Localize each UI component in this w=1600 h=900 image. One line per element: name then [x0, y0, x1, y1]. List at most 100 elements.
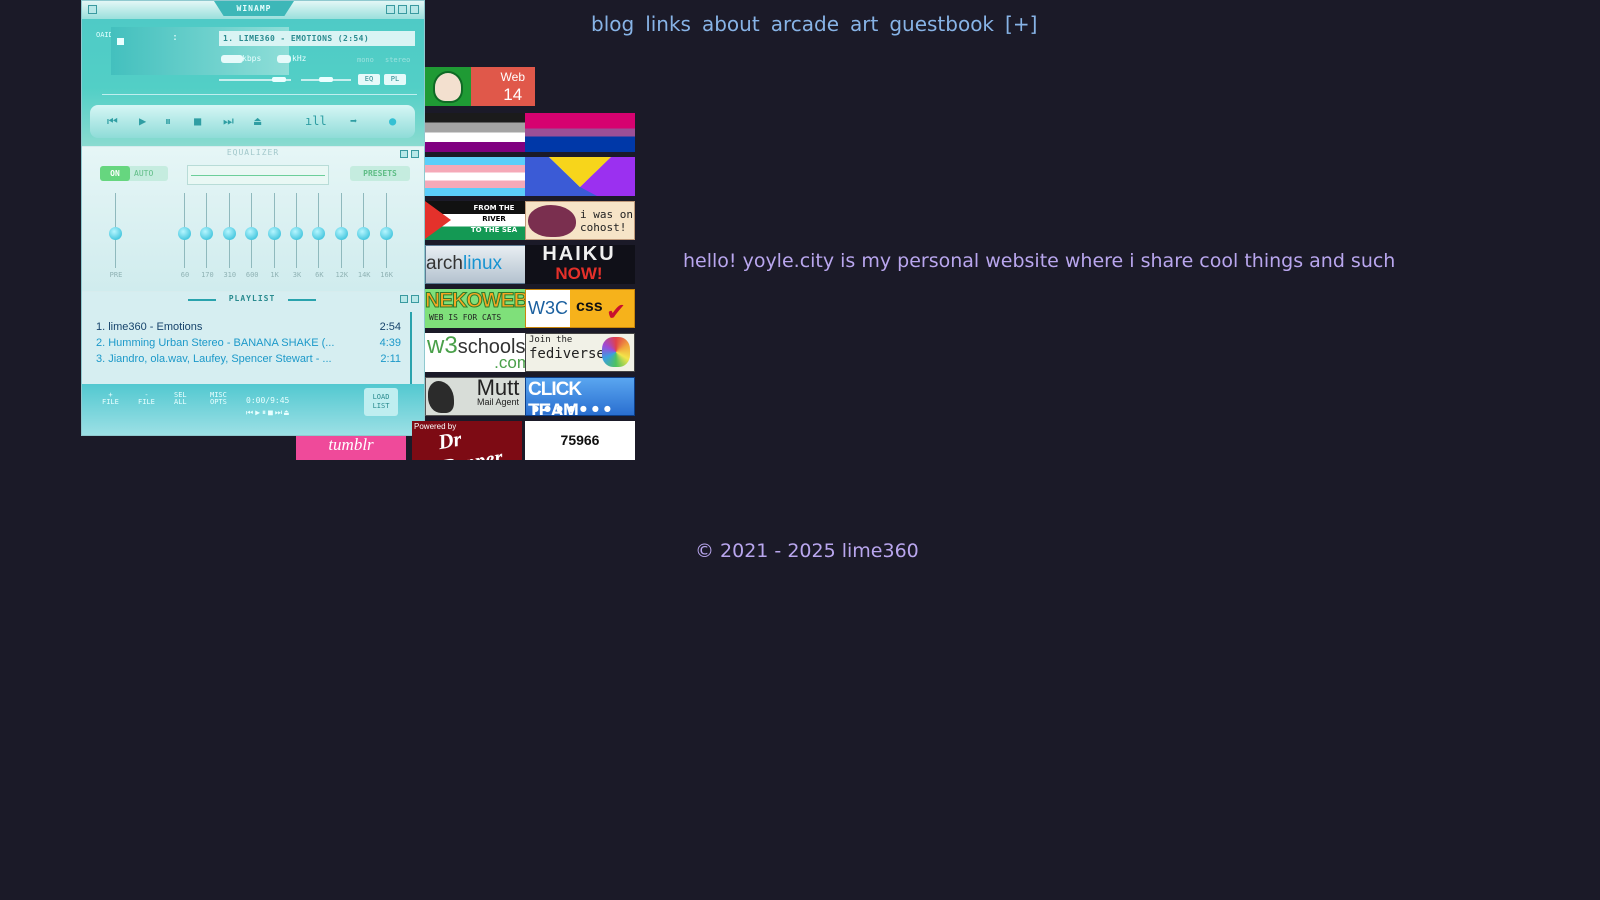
badge-dr-pepper[interactable]: Powered by Dr Pepper	[412, 421, 522, 460]
eq-slider-knob[interactable]	[334, 227, 348, 240]
eq-band-slider[interactable]: 12K	[334, 193, 350, 283]
playlist-track[interactable]: 1. lime360 - Emotions 2:54	[96, 319, 401, 335]
hit-counter-value: 75966	[560, 432, 600, 448]
remove-file-button[interactable]: - FILE	[138, 392, 155, 406]
kbps-display	[221, 55, 243, 63]
badge-w3schools[interactable]: w3schools .com	[425, 333, 535, 372]
eq-on-auto-group: ON AUTO	[100, 166, 168, 181]
badge-arch-linux[interactable]: archlinux	[425, 245, 535, 284]
nav-guestbook[interactable]: guestbook	[889, 12, 994, 36]
misc-options-button[interactable]: MISC OPTS	[210, 392, 227, 406]
eq-slider-knob[interactable]	[267, 227, 281, 240]
minimize-icon[interactable]	[386, 5, 395, 14]
nav-links[interactable]: links	[645, 12, 691, 36]
bug-icon	[528, 205, 576, 237]
eq-on-button[interactable]: ON	[100, 166, 130, 181]
eq-toggle-button[interactable]: EQ	[358, 74, 380, 85]
next-icon[interactable]: ⏭	[223, 115, 234, 128]
close-icon[interactable]	[410, 5, 419, 14]
badge-bi-flag[interactable]	[525, 113, 635, 152]
pause-icon[interactable]: ⏸	[165, 115, 171, 128]
eq-band-slider[interactable]: 60	[177, 193, 193, 283]
equalizer-title: EQUALIZER	[226, 148, 280, 157]
badge-chevron-flag[interactable]	[525, 157, 635, 196]
eq-band-slider[interactable]: 170	[199, 193, 215, 283]
eq-shade-icon[interactable]	[400, 150, 408, 158]
badge-ace-flag[interactable]	[425, 113, 535, 152]
time-display[interactable]: :	[172, 32, 178, 43]
eq-band-slider[interactable]: 600	[244, 193, 260, 283]
eq-preamp-slider[interactable]: PRE	[108, 193, 124, 283]
eq-graph-line	[191, 175, 325, 176]
menu-icon[interactable]	[88, 5, 97, 14]
eq-slider-knob[interactable]	[379, 227, 393, 240]
pl-shade-icon[interactable]	[400, 295, 408, 303]
eq-band-slider[interactable]: 1K	[267, 193, 283, 283]
badge-haiku-t2: NOW!	[555, 264, 603, 283]
playlist-track[interactable]: 2. Humming Urban Stereo - BANANA SHAKE (…	[96, 335, 401, 351]
playlist-window: PLAYLIST 1. lime360 - Emotions 2:54 2. H…	[82, 292, 424, 435]
add-file-button[interactable]: + FILE	[102, 392, 119, 406]
nav-blog[interactable]: blog	[591, 12, 634, 36]
badge-trans-flag[interactable]	[425, 157, 535, 196]
eq-slider-knob[interactable]	[109, 227, 122, 240]
repeat-icon[interactable]: ➡	[350, 115, 357, 128]
nav-arcade[interactable]: arcade	[771, 12, 839, 36]
volume-knob[interactable]	[272, 77, 286, 82]
load-list-button[interactable]: LOAD LIST	[364, 388, 398, 416]
eq-band-slider[interactable]: 310	[222, 193, 238, 283]
eq-slider-knob[interactable]	[178, 227, 191, 240]
badge-nekoweb[interactable]: NEKOWEB WEB IS FOR CATS	[425, 289, 535, 328]
nav-about[interactable]: about	[702, 12, 760, 36]
eject-icon[interactable]: ⏏	[254, 115, 261, 128]
playlist-time: 0:00/9:45	[246, 396, 290, 405]
badge-w3c-css[interactable]: W3C css ✔	[525, 289, 635, 328]
visualization-icon[interactable]: ıll	[305, 115, 327, 128]
pl-toggle-button[interactable]: PL	[384, 74, 406, 85]
eq-band-slider[interactable]: 3K	[289, 193, 305, 283]
eq-slider-knob[interactable]	[357, 227, 371, 240]
mini-transport-controls[interactable]: ⏮▶⏸■⏭⏏	[246, 408, 291, 418]
badge-pink[interactable]: tumblr	[296, 436, 406, 460]
badge-mutt[interactable]: Mutt Mail Agent	[425, 377, 535, 416]
winamp-titlebar[interactable]: WINAMP	[82, 1, 424, 19]
balance-knob[interactable]	[319, 77, 333, 82]
eq-band-slider[interactable]: 14K	[356, 193, 372, 283]
eq-slider-knob[interactable]	[290, 227, 303, 240]
badge-river-to-sea[interactable]: FROM THE RIVER TO THE SEA	[425, 201, 535, 240]
nav-expand[interactable]: [+]	[1005, 12, 1037, 36]
song-title-display[interactable]: 1. LIME360 - EMOTIONS (2:54)	[219, 31, 415, 46]
pl-close-icon[interactable]	[411, 295, 419, 303]
playlist-track[interactable]: 3. Jiandro, ola.wav, Laufey, Spencer Ste…	[96, 351, 401, 367]
eq-slider-knob[interactable]	[312, 227, 326, 240]
badge-fediverse[interactable]: Join the fediverse!!!	[525, 333, 635, 372]
eq-band-slider[interactable]: 16K	[379, 193, 395, 283]
badge-cohost[interactable]: i was on cohost!	[525, 201, 635, 240]
shade-icon[interactable]	[398, 5, 407, 14]
eq-presets-button[interactable]: PRESETS	[350, 166, 410, 181]
eq-slider-knob[interactable]	[200, 227, 214, 240]
badge-river-text: FROM THE RIVER TO THE SEA	[455, 203, 533, 236]
nav-art[interactable]: art	[850, 12, 878, 36]
khz-label: kHz	[292, 54, 307, 63]
welcome-text: hello! yoyle.city is my personal website…	[683, 250, 1396, 272]
track-title: 3. Jiandro, ola.wav, Laufey, Spencer Ste…	[96, 353, 332, 365]
eq-slider-knob[interactable]	[245, 227, 259, 240]
stop-icon[interactable]: ■	[194, 115, 201, 128]
badge-web14[interactable]: Web 14	[425, 67, 535, 106]
eq-slider-knob[interactable]	[222, 227, 236, 240]
play-icon[interactable]: ▶	[139, 115, 146, 128]
seek-bar[interactable]	[102, 94, 417, 95]
select-all-button[interactable]: SEL ALL	[174, 392, 187, 406]
eq-close-icon[interactable]	[411, 150, 419, 158]
eq-band-slider[interactable]: 6K	[311, 193, 327, 283]
badge-clickteam[interactable]: CLICK TEAM ●●●●●●●	[525, 377, 635, 416]
badge-web14-top: Web	[500, 70, 525, 84]
shuffle-icon[interactable]: ●	[389, 115, 396, 128]
chevron-flag-icon	[525, 157, 635, 196]
eq-auto-button[interactable]: AUTO	[134, 166, 153, 181]
clutterbar[interactable]: OAIDV	[96, 31, 117, 39]
previous-icon[interactable]: ⏮	[107, 115, 118, 128]
badge-arch-a: arch	[426, 253, 463, 274]
badge-haiku[interactable]: HAIKU NOW!	[525, 245, 635, 284]
